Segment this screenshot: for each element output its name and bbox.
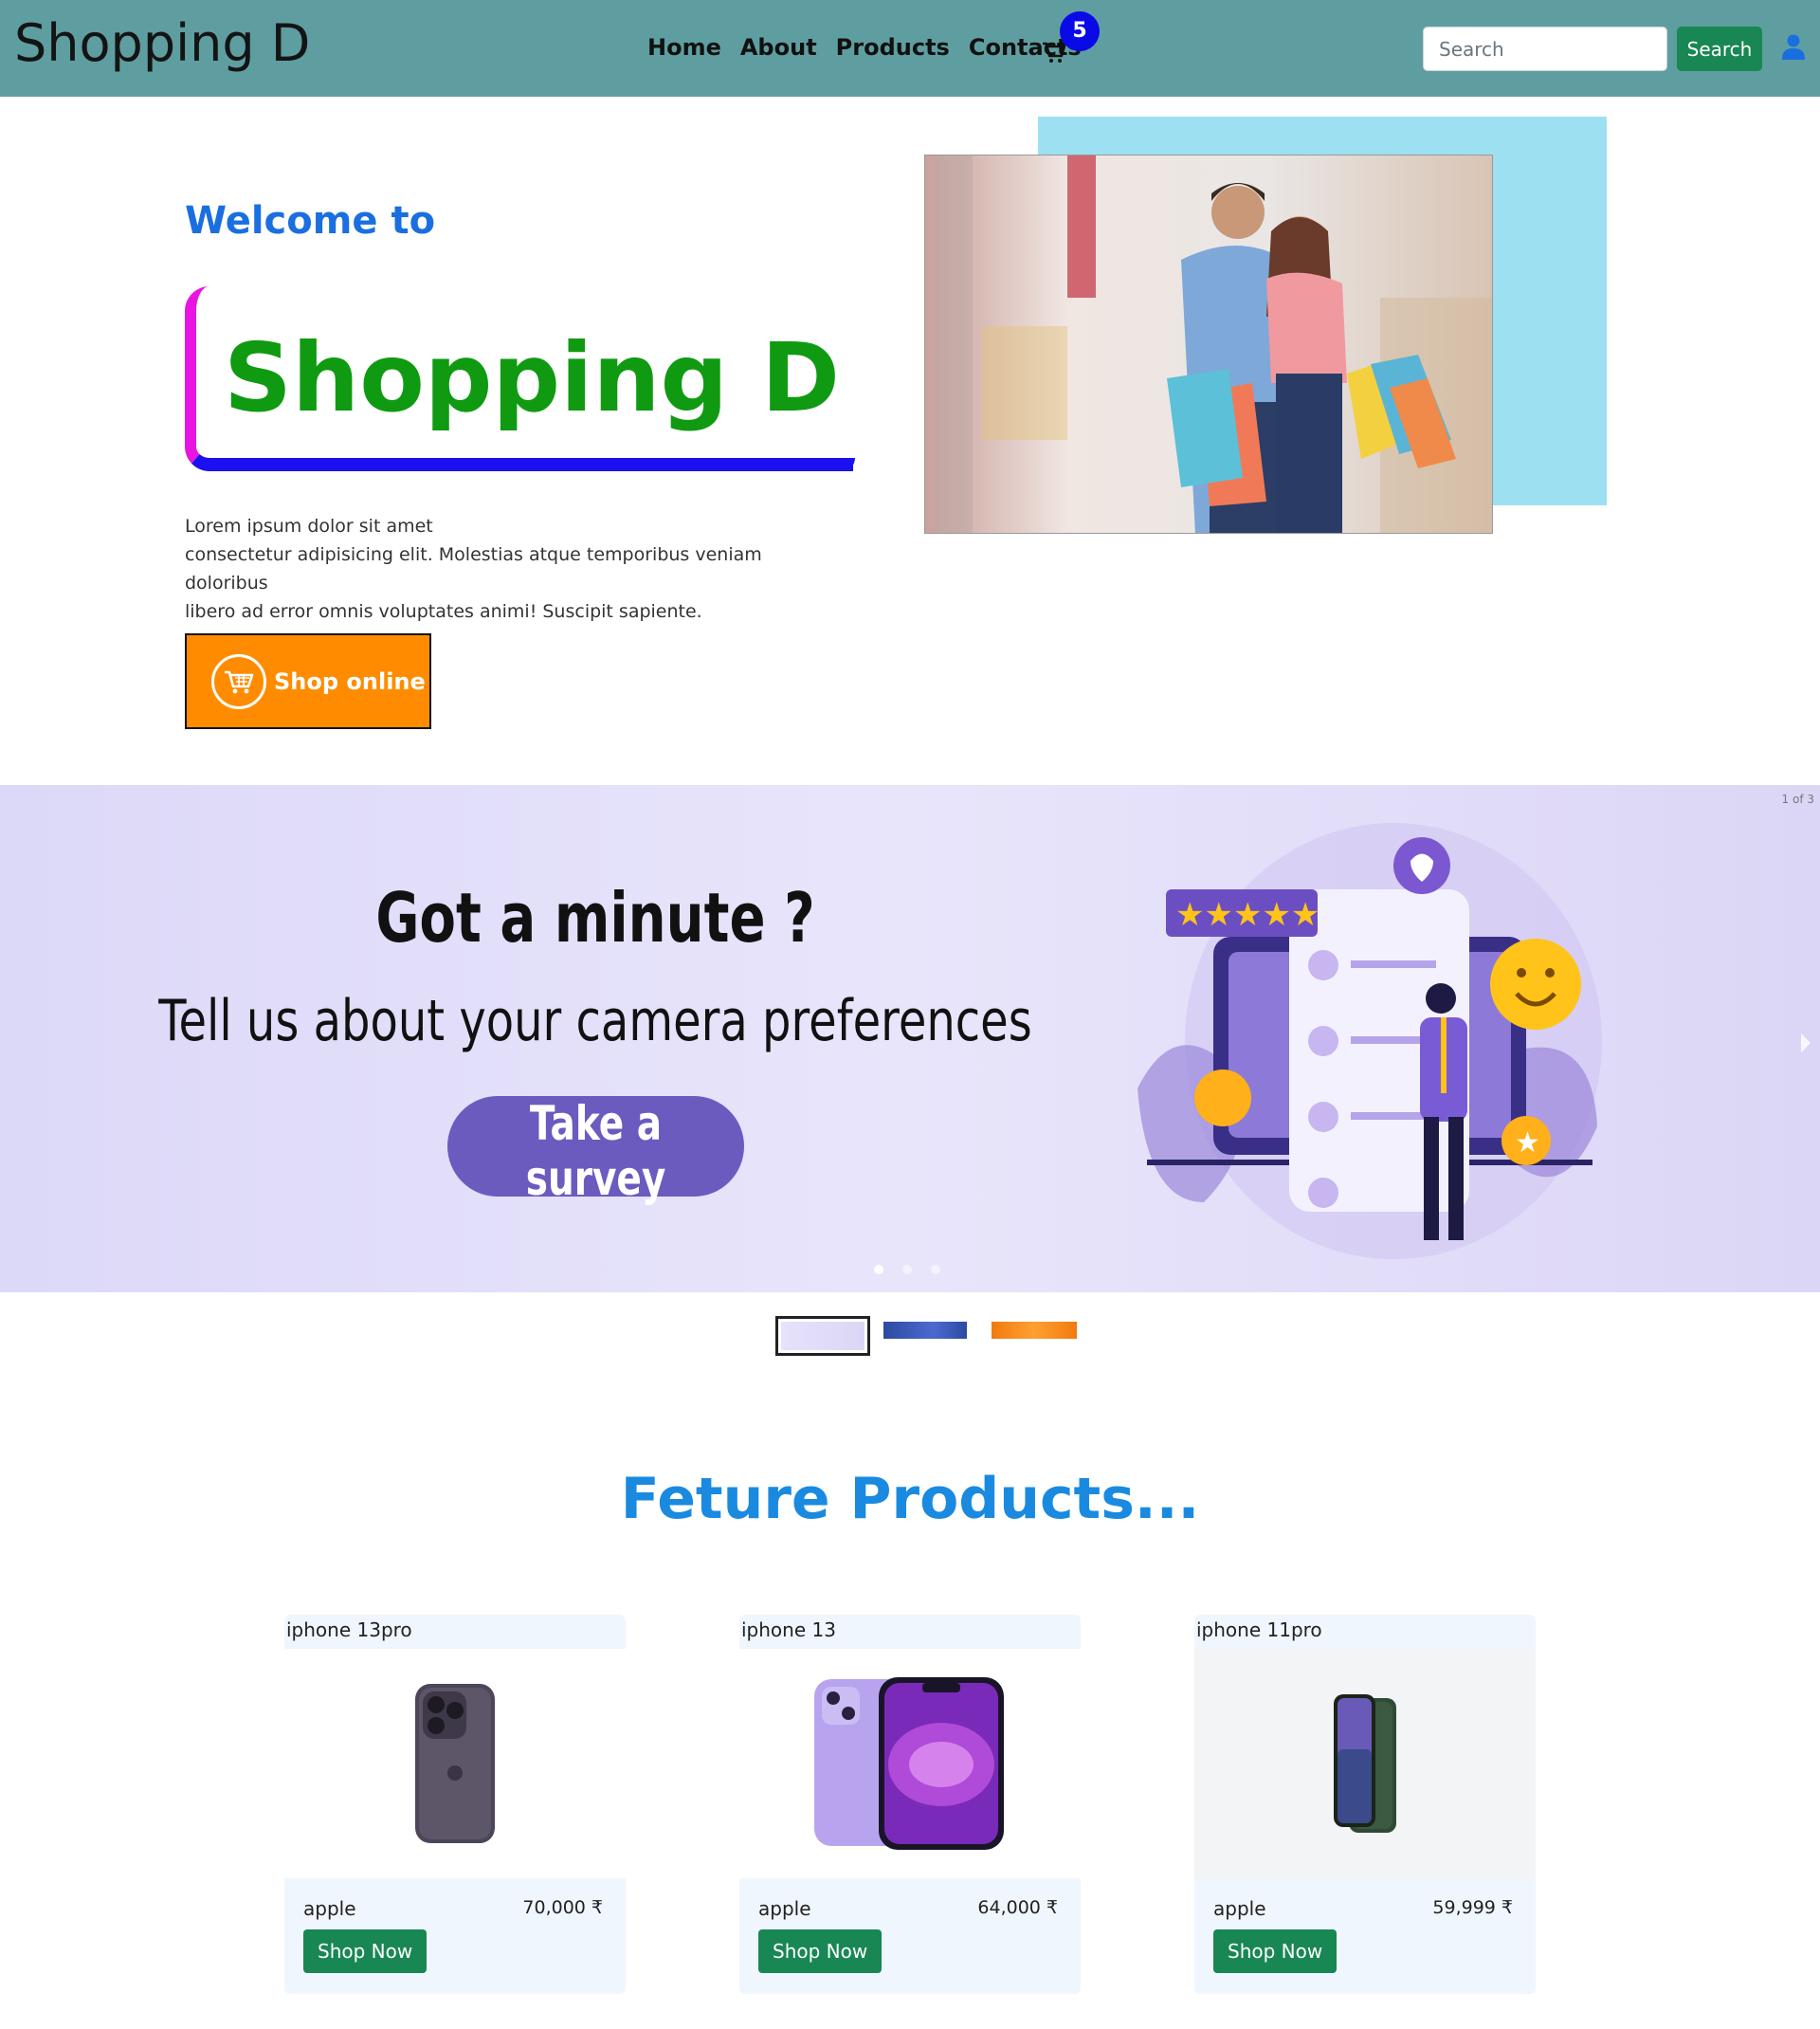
product-name: iphone 11pro [1196,1618,1322,1641]
take-survey-button[interactable]: Take a survey [447,1096,744,1206]
product-price: 64,000 ₹ [977,1897,1058,1918]
product-name: iphone 13 [741,1618,836,1641]
carousel-dot[interactable] [931,1265,940,1274]
thumbnail-image [992,1322,1077,1339]
nav-about[interactable]: About [740,34,817,61]
thumbnail-slide-1[interactable] [775,1316,870,1356]
shop-online-label: Shop online [274,667,426,695]
thumbnail-image [883,1322,967,1339]
hero-description-line: libero ad error omnis voluptates animi! … [185,601,702,622]
product-name: iphone 13pro [286,1618,412,1641]
product-brand: apple [303,1897,356,1920]
svg-text:★: ★ [1515,1126,1540,1160]
hero-description: Lorem ipsum dolor sit amet consectetur a… [185,512,829,626]
banner-headline: Got a minute ? [375,878,815,958]
welcome-heading: Welcome to [185,199,436,243]
search-button[interactable]: Search [1677,27,1762,71]
featured-products-heading: Feture Products... [620,1466,1200,1532]
svg-text:★★★★★: ★★★★★ [1175,896,1320,934]
thumbnail-slide-3[interactable] [992,1316,1086,1356]
hero-description-line: consectetur adipisicing elit. Molestias … [185,544,762,594]
product-image [1194,1649,1536,1878]
nav-home[interactable]: Home [647,34,721,61]
user-icon[interactable] [1782,34,1805,61]
banner-subline: Tell us about your camera preferences [158,988,1032,1054]
survey-illustration: ★★★★★ ★ [1138,823,1602,1259]
brand-logo[interactable]: Shopping D [14,13,310,73]
hero-description-line: Lorem ipsum dolor sit amet [185,516,433,537]
product-brand: apple [1213,1897,1266,1920]
carousel-dot[interactable] [902,1265,912,1274]
hero-title: Shopping D [224,322,840,433]
navbar: Shopping D Home About Products Contacts … [0,0,1820,97]
carousel-dots [874,1265,940,1274]
thumbnail-slide-2[interactable] [883,1316,978,1356]
main-nav: Home About Products Contacts [647,34,1082,61]
slide-counter: 1 of 3 [1781,793,1814,806]
nav-products[interactable]: Products [836,34,950,61]
product-card: iphone 11pro apple 59,999 ₹ Shop Now [1194,1615,1536,1994]
product-image [284,1649,626,1878]
product-image [739,1649,1081,1878]
shop-now-button[interactable]: Shop Now [758,1929,883,1973]
carousel-dot[interactable] [874,1265,883,1274]
cart-count-badge: 5 [1060,11,1100,51]
shopping-cart-icon [211,653,266,709]
product-brand: apple [758,1897,811,1920]
product-price: 70,000 ₹ [522,1897,603,1918]
promo-carousel[interactable]: 1 of 3 Got a minute ? Tell us about your… [0,785,1820,1292]
product-card: iphone 13pro apple 70,000 ₹ Shop Now [284,1615,626,1994]
shop-now-button[interactable]: Shop Now [1213,1929,1338,1973]
shopping-couple-photo [924,155,1493,534]
product-card: iphone 13 apple 64,000 ₹ Shop Now [739,1615,1081,1994]
next-slide-arrow[interactable] [1801,1033,1811,1052]
shop-now-button[interactable]: Shop Now [303,1929,428,1973]
search-input[interactable] [1423,27,1667,71]
carousel-thumbnails [775,1316,1086,1356]
product-price: 59,999 ₹ [1432,1897,1513,1918]
take-survey-label: Take a survey [525,1096,666,1206]
shop-online-button[interactable]: Shop online [185,633,431,729]
